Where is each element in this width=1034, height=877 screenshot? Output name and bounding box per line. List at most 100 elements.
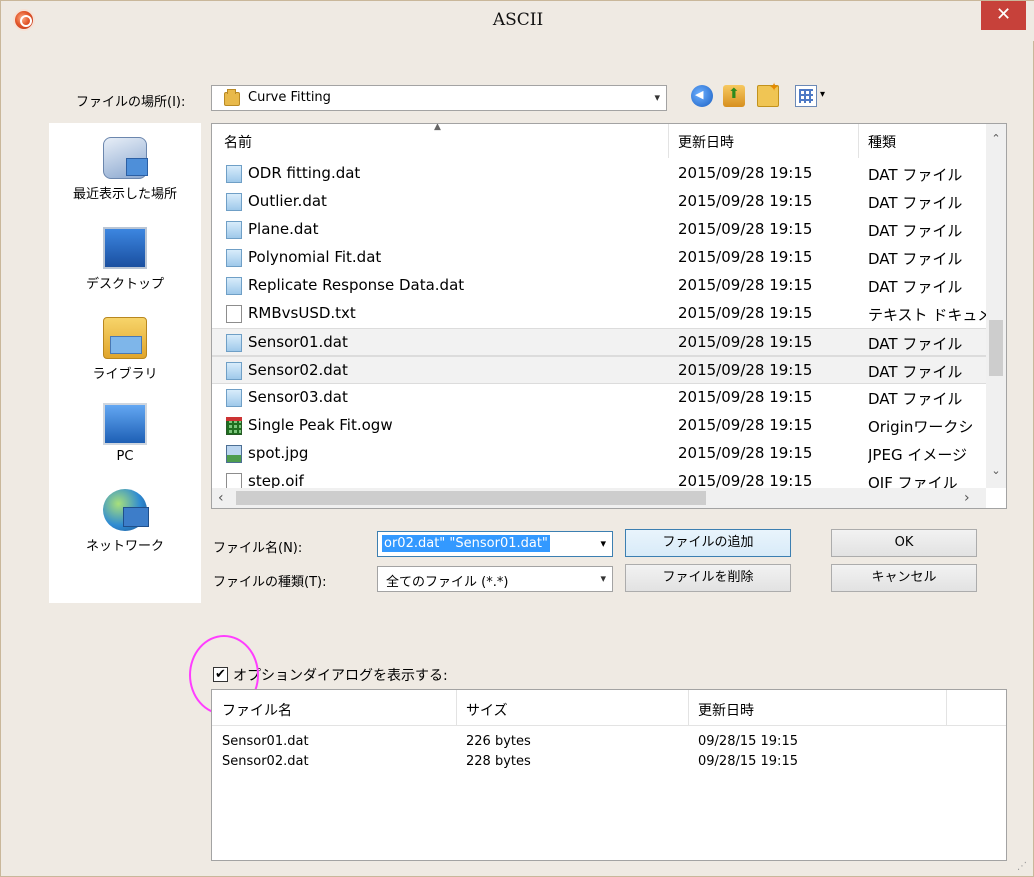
file-name: Replicate Response Data.dat [248,276,465,294]
file-list[interactable]: 名前 ▲ 更新日時 種類 ODR fitting.dat 2015/09/28 1… [211,123,1007,509]
scroll-right-icon[interactable]: › [964,490,970,506]
file-date: 2015/09/28 19:15 [678,192,813,210]
dat-file-icon [226,221,242,239]
file-list-header: 名前 ▲ 更新日時 種類 [212,124,986,158]
column-filename[interactable]: ファイル名 [222,700,292,720]
file-type: JPEG イメージ [868,446,968,464]
chevron-down-icon[interactable]: ▾ [600,572,606,585]
file-row[interactable]: Plane.dat 2015/09/28 19:15 DAT ファイル [212,216,986,244]
vertical-scrollbar[interactable]: ⌃ ⌄ [986,124,1006,488]
column-date[interactable]: 更新日時 [698,700,754,720]
scroll-thumb[interactable] [989,320,1003,376]
location-value: Curve Fitting [248,90,331,105]
selected-file-name: Sensor01.dat [222,734,309,749]
places-bar: 最近表示した場所 デスクトップ ライブラリ PC ネットワーク [49,123,201,603]
file-date: 2015/09/28 19:15 [678,220,813,238]
horizontal-scrollbar[interactable]: ‹ › [212,488,986,508]
file-row[interactable]: RMBvsUSD.txt 2015/09/28 19:15 テキスト ドキュメ [212,300,986,328]
column-type[interactable]: 種類 [868,132,896,152]
file-date: 2015/09/28 19:15 [678,388,813,406]
file-date: 2015/09/28 19:15 [678,361,813,379]
file-date: 2015/09/28 19:15 [678,276,813,294]
cancel-button[interactable]: キャンセル [831,564,977,592]
selected-file-date: 09/28/15 19:15 [698,734,798,749]
close-button[interactable]: ✕ [981,1,1026,30]
scroll-up-icon[interactable]: ⌃ [986,132,1006,152]
resize-grip-icon[interactable]: ⋰ [1017,861,1027,872]
file-row[interactable]: Single Peak Fit.ogw 2015/09/28 19:15 Origi… [212,412,986,440]
options-label[interactable]: オプションダイアログを表示する: [233,665,448,685]
file-name: Plane.dat [248,220,319,238]
file-row[interactable]: Sensor03.dat 2015/09/28 19:15 DAT ファイル [212,384,986,412]
remove-file-button[interactable]: ファイルを削除 [625,564,791,592]
file-type: DAT ファイル [868,194,963,212]
chevron-down-icon[interactable]: ▾ [654,91,660,104]
file-type: DAT ファイル [868,222,963,240]
scroll-left-icon[interactable]: ‹ [218,490,224,506]
file-row[interactable]: Polynomial Fit.dat 2015/09/28 19:15 DAT ファ… [212,244,986,272]
column-size[interactable]: サイズ [466,700,508,720]
up-folder-icon[interactable] [723,85,745,107]
file-name: Sensor02.dat [248,361,348,379]
file-name: Polynomial Fit.dat [248,248,382,266]
ogw-file-icon [226,417,242,435]
location-combo[interactable]: Curve Fitting ▾ [211,85,667,111]
file-type: テキスト ドキュメ [868,306,986,324]
filename-input[interactable]: or02.dat" "Sensor01.dat" ▾ [377,531,613,557]
window-title: ASCII [492,10,544,30]
place-recent[interactable]: 最近表示した場所 [49,137,201,202]
network-icon [103,489,149,531]
location-label: ファイルの場所(I): [76,95,186,110]
file-row[interactable]: Outlier.dat 2015/09/28 19:15 DAT ファイル [212,188,986,216]
file-name: spot.jpg [248,444,309,462]
txt-file-icon [226,305,242,323]
column-divider[interactable] [456,690,457,726]
dat-file-icon [226,334,242,352]
file-row[interactable]: ODR fitting.dat 2015/09/28 19:15 DAT ファイル [212,160,986,188]
file-type: DAT ファイル [868,390,963,408]
filetype-combo[interactable]: 全てのファイル (*.*) ▾ [377,566,613,592]
place-label: PC [116,449,134,464]
view-menu-arrow-icon[interactable]: ▾ [820,89,825,100]
view-menu-icon[interactable] [795,85,817,107]
place-library[interactable]: ライブラリ [49,317,201,382]
file-row[interactable]: Sensor01.dat 2015/09/28 19:15 DAT ファイル [212,328,986,356]
place-label: デスクトップ [85,277,164,292]
selected-file-row[interactable]: Sensor01.dat 226 bytes 09/28/15 19:15 [212,734,1006,754]
place-label: 最近表示した場所 [72,187,177,202]
place-pc[interactable]: PC [49,403,201,464]
new-folder-icon[interactable] [757,80,779,107]
column-divider[interactable] [668,124,669,158]
chevron-down-icon[interactable]: ▾ [600,537,606,550]
selected-files-list[interactable]: ファイル名 サイズ 更新日時 Sensor01.dat 226 bytes 09… [211,689,1007,861]
file-name: Outlier.dat [248,192,327,210]
file-row[interactable]: Replicate Response Data.dat 2015/09/28 19… [212,272,986,300]
selected-file-row[interactable]: Sensor02.dat 228 bytes 09/28/15 19:15 [212,754,1006,774]
scroll-down-icon[interactable]: ⌄ [986,464,1006,484]
column-divider[interactable] [858,124,859,158]
scroll-thumb[interactable] [236,491,706,505]
file-row[interactable]: Sensor02.dat 2015/09/28 19:15 DAT ファイル [212,356,986,384]
title-bar: ASCII ✕ [1,1,1034,41]
place-label: ライブラリ [92,367,158,382]
back-icon[interactable] [691,85,713,107]
place-network[interactable]: ネットワーク [49,489,201,554]
pc-icon [103,403,147,445]
file-row[interactable]: spot.jpg 2015/09/28 19:15 JPEG イメージ [212,440,986,468]
column-date[interactable]: 更新日時 [678,132,734,152]
folder-icon [224,89,240,106]
add-file-button[interactable]: ファイルの追加 [625,529,791,557]
selected-file-date: 09/28/15 19:15 [698,754,798,769]
file-type: DAT ファイル [868,278,963,296]
place-desktop[interactable]: デスクトップ [49,227,201,292]
ok-button[interactable]: OK [831,529,977,557]
column-divider[interactable] [946,690,947,726]
dat-file-icon [226,389,242,407]
file-name: Sensor01.dat [248,333,348,351]
file-name: Single Peak Fit.ogw [248,416,393,434]
filename-label: ファイル名(N): [213,541,303,556]
column-name[interactable]: 名前 [224,132,252,152]
filetype-label: ファイルの種類(T): [213,575,327,590]
dat-file-icon [226,277,242,295]
column-divider[interactable] [688,690,689,726]
